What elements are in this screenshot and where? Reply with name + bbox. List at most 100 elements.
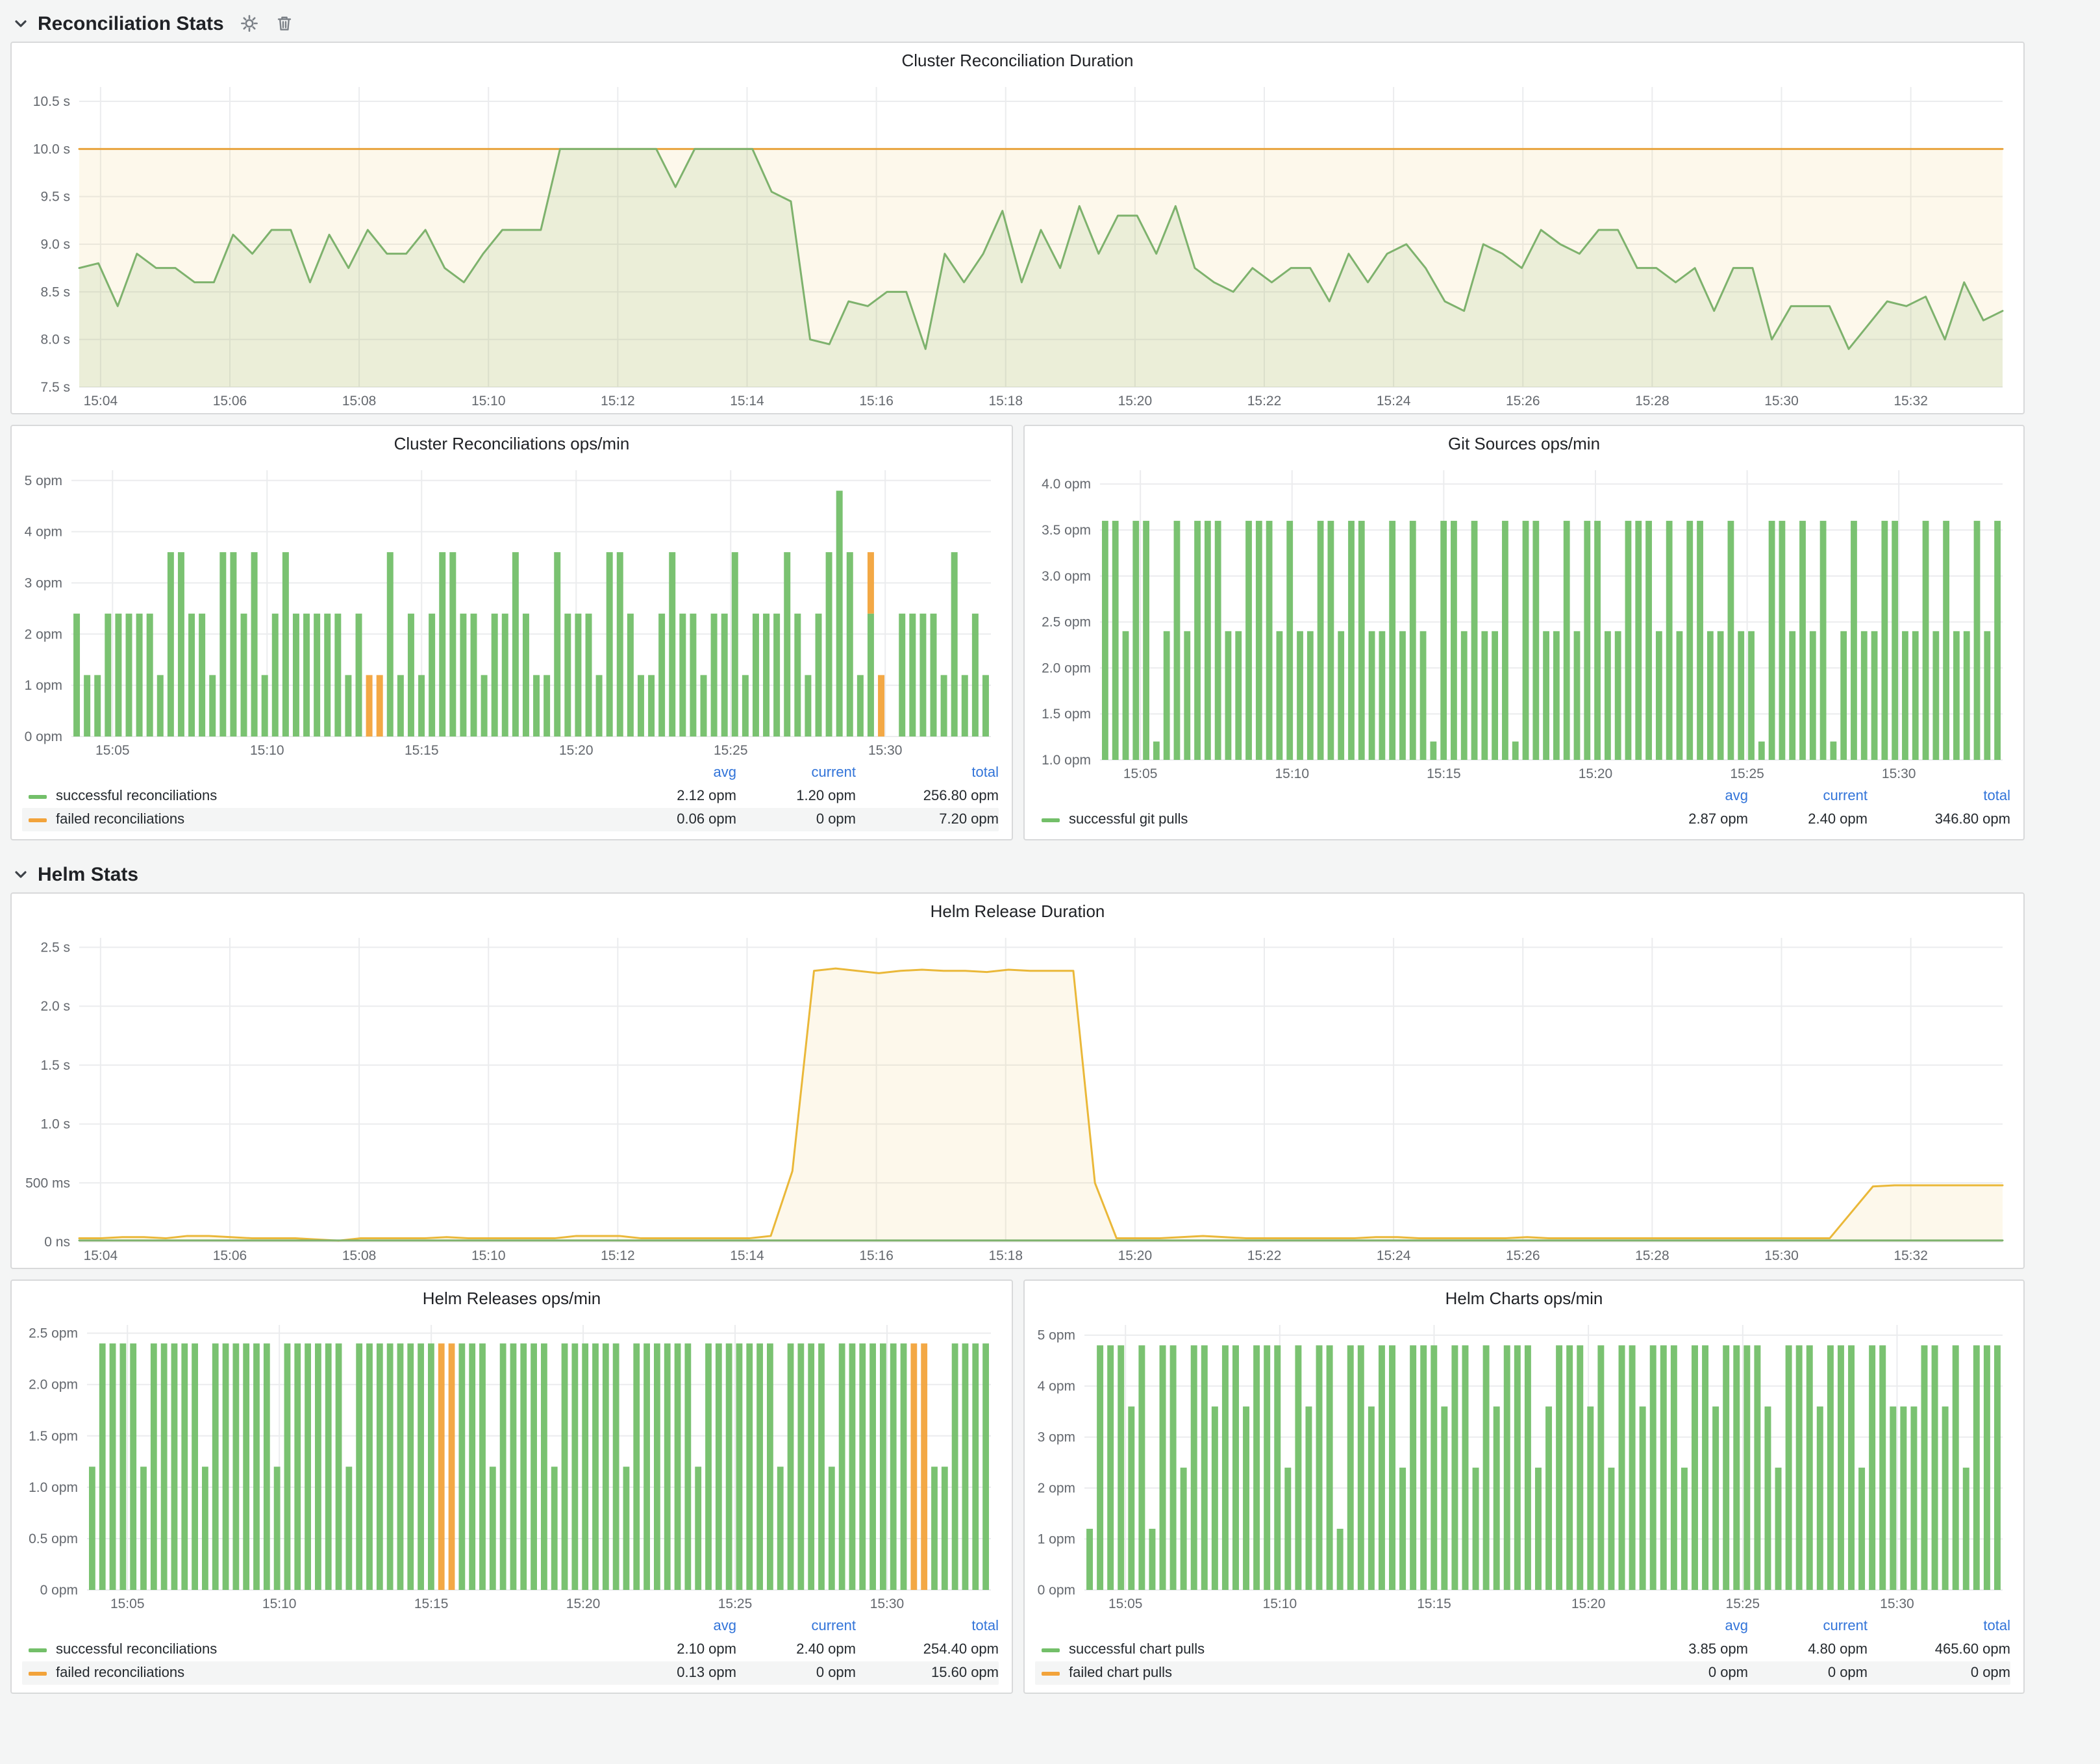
svg-text:15:10: 15:10 <box>1263 1596 1297 1611</box>
series-total: 7.20 opm <box>856 812 999 827</box>
svg-text:4.0 opm: 4.0 opm <box>1042 477 1091 492</box>
panel-helm-releases-ops: Helm Releases ops/min 15:0515:1015:1515:… <box>10 1279 1013 1694</box>
legend-header-current[interactable]: current <box>1748 1619 1868 1634</box>
svg-text:2.5 opm: 2.5 opm <box>1042 615 1091 630</box>
series-label[interactable]: successful reconciliations <box>56 1642 617 1657</box>
legend-row-failed-chart-pulls: failed chart pulls 0 opm 0 opm 0 opm <box>1035 1661 2010 1685</box>
svg-text:3.0 opm: 3.0 opm <box>1042 569 1091 584</box>
svg-text:3 opm: 3 opm <box>1038 1430 1075 1445</box>
helm-charts-ops-chart[interactable]: 15:0515:1015:1515:2015:2515:300 opm1 opm… <box>1030 1315 2013 1613</box>
section-helm-stats[interactable]: Helm Stats <box>10 856 2025 892</box>
cluster-reconciliation-duration-chart[interactable]: 15:0415:0615:0815:1015:1215:1415:1615:18… <box>17 77 2013 410</box>
svg-text:15:08: 15:08 <box>342 1248 377 1263</box>
series-label[interactable]: failed chart pulls <box>1069 1665 1629 1681</box>
legend-header-current[interactable]: current <box>736 765 856 781</box>
legend-header-current[interactable]: current <box>736 1619 856 1634</box>
panel-git-sources-ops: Git Sources ops/min 15:0515:1015:1515:20… <box>1023 425 2025 840</box>
legend-header: avg current total <box>22 1616 999 1638</box>
row-ops: Cluster Reconciliations ops/min 15:05 15:… <box>10 425 2025 840</box>
svg-text:15:06: 15:06 <box>213 1248 247 1263</box>
legend-header-total[interactable]: total <box>1868 788 2010 804</box>
panel-title[interactable]: Cluster Reconciliation Duration <box>12 43 2023 77</box>
svg-text:15:25: 15:25 <box>1726 1596 1760 1611</box>
svg-text:15:30: 15:30 <box>1880 1596 1914 1611</box>
series-color-dash <box>1042 818 1060 822</box>
trash-icon[interactable] <box>276 14 294 32</box>
series-color-dash <box>29 794 47 798</box>
git-sources-ops-chart[interactable]: 15:0515:1015:1515:2015:2515:301.0 opm1.5… <box>1030 460 2013 783</box>
series-label[interactable]: failed reconciliations <box>56 812 617 827</box>
series-color-dash <box>1042 1648 1060 1652</box>
helm-release-duration-chart[interactable]: 15:0415:0615:0815:1015:1215:1415:1615:18… <box>17 927 2013 1265</box>
gear-icon[interactable] <box>241 14 259 32</box>
series-label[interactable]: successful reconciliations <box>56 788 617 804</box>
panel-title[interactable]: Git Sources ops/min <box>1025 426 2023 460</box>
grafana-dashboard: Reconciliation Stats Cluster Reconciliat… <box>0 0 2100 1764</box>
legend-header-current[interactable]: current <box>1748 788 1868 804</box>
svg-text:1.5 opm: 1.5 opm <box>29 1429 78 1444</box>
legend: avg current total successful chart pulls… <box>1025 1616 2023 1693</box>
svg-text:15:24: 15:24 <box>1377 394 1411 409</box>
svg-text:15:05: 15:05 <box>1123 766 1158 781</box>
cluster-reconciliations-ops-chart[interactable]: 15:0515:1015:1515:2015:2515:300 opm1 opm… <box>17 460 1001 760</box>
section-reconciliation-stats[interactable]: Reconciliation Stats <box>10 5 2025 42</box>
svg-text:4 opm: 4 opm <box>25 525 62 540</box>
series-label[interactable]: successful chart pulls <box>1069 1642 1629 1657</box>
panel-helm-release-duration: Helm Release Duration 15:0415:0615:0815:… <box>10 892 2025 1269</box>
svg-text:15:10: 15:10 <box>250 743 284 758</box>
series-label[interactable]: failed reconciliations <box>56 1665 617 1681</box>
svg-text:3 opm: 3 opm <box>25 575 62 590</box>
svg-text:15:15: 15:15 <box>414 1596 449 1611</box>
panel-title[interactable]: Helm Releases ops/min <box>12 1281 1012 1315</box>
section-title[interactable]: Reconciliation Stats <box>38 12 224 34</box>
series-current: 2.40 opm <box>1748 812 1868 827</box>
svg-text:15:06: 15:06 <box>213 394 247 409</box>
series-color-dash <box>29 1671 47 1675</box>
svg-text:15:25: 15:25 <box>1730 766 1764 781</box>
svg-text:15:10: 15:10 <box>471 1248 506 1263</box>
helm-releases-ops-chart[interactable]: 15:0515:1015:1515:2015:2515:300 opm0.5 o… <box>17 1315 1001 1613</box>
svg-text:15:08: 15:08 <box>342 394 377 409</box>
legend-header-total[interactable]: total <box>856 765 999 781</box>
svg-text:2.0 opm: 2.0 opm <box>29 1378 78 1392</box>
series-avg: 0.13 opm <box>617 1665 736 1681</box>
svg-text:1.0 opm: 1.0 opm <box>1042 753 1091 768</box>
panel-helm-charts-ops: Helm Charts ops/min 15:0515:1015:1515:20… <box>1023 1279 2025 1694</box>
series-label[interactable]: successful git pulls <box>1069 812 1629 827</box>
svg-text:15:05: 15:05 <box>95 743 130 758</box>
svg-text:15:30: 15:30 <box>1882 766 1916 781</box>
svg-text:15:18: 15:18 <box>988 394 1023 409</box>
svg-text:15:10: 15:10 <box>471 394 506 409</box>
svg-text:15:22: 15:22 <box>1247 394 1282 409</box>
svg-text:0 opm: 0 opm <box>25 729 62 744</box>
legend: avg current total successful reconciliat… <box>12 1616 1012 1693</box>
svg-text:1.5 s: 1.5 s <box>40 1058 70 1073</box>
section-title[interactable]: Helm Stats <box>38 863 138 885</box>
legend-header-avg[interactable]: avg <box>617 1619 736 1634</box>
panel-title[interactable]: Helm Release Duration <box>12 894 2023 927</box>
legend-header-avg[interactable]: avg <box>1629 788 1748 804</box>
legend-row-successful-reconciliations: successful reconciliations 2.10 opm 2.40… <box>22 1638 999 1661</box>
svg-text:9.5 s: 9.5 s <box>40 190 70 205</box>
panel-cluster-reconciliation-duration: Cluster Reconciliation Duration 15:0415:… <box>10 42 2025 414</box>
svg-text:1 opm: 1 opm <box>25 678 62 693</box>
svg-text:15:12: 15:12 <box>601 1248 635 1263</box>
svg-text:2.5 s: 2.5 s <box>40 940 70 955</box>
panel-title[interactable]: Helm Charts ops/min <box>1025 1281 2023 1315</box>
legend-header-avg[interactable]: avg <box>1629 1619 1748 1634</box>
svg-text:15:12: 15:12 <box>601 394 635 409</box>
legend-header-avg[interactable]: avg <box>617 765 736 781</box>
legend-header-total[interactable]: total <box>856 1619 999 1634</box>
svg-text:2.0 s: 2.0 s <box>40 999 70 1014</box>
svg-text:15:05: 15:05 <box>1108 1596 1143 1611</box>
panel-title[interactable]: Cluster Reconciliations ops/min <box>12 426 1012 460</box>
svg-text:15:16: 15:16 <box>859 1248 894 1263</box>
series-total: 254.40 opm <box>856 1642 999 1657</box>
legend-header-total[interactable]: total <box>1868 1619 2010 1634</box>
svg-text:15:20: 15:20 <box>1571 1596 1606 1611</box>
svg-text:1.0 opm: 1.0 opm <box>29 1480 78 1495</box>
svg-text:15:18: 15:18 <box>988 1248 1023 1263</box>
svg-text:2 opm: 2 opm <box>1038 1481 1075 1496</box>
svg-text:0.5 opm: 0.5 opm <box>29 1531 78 1546</box>
svg-text:15:14: 15:14 <box>730 1248 764 1263</box>
